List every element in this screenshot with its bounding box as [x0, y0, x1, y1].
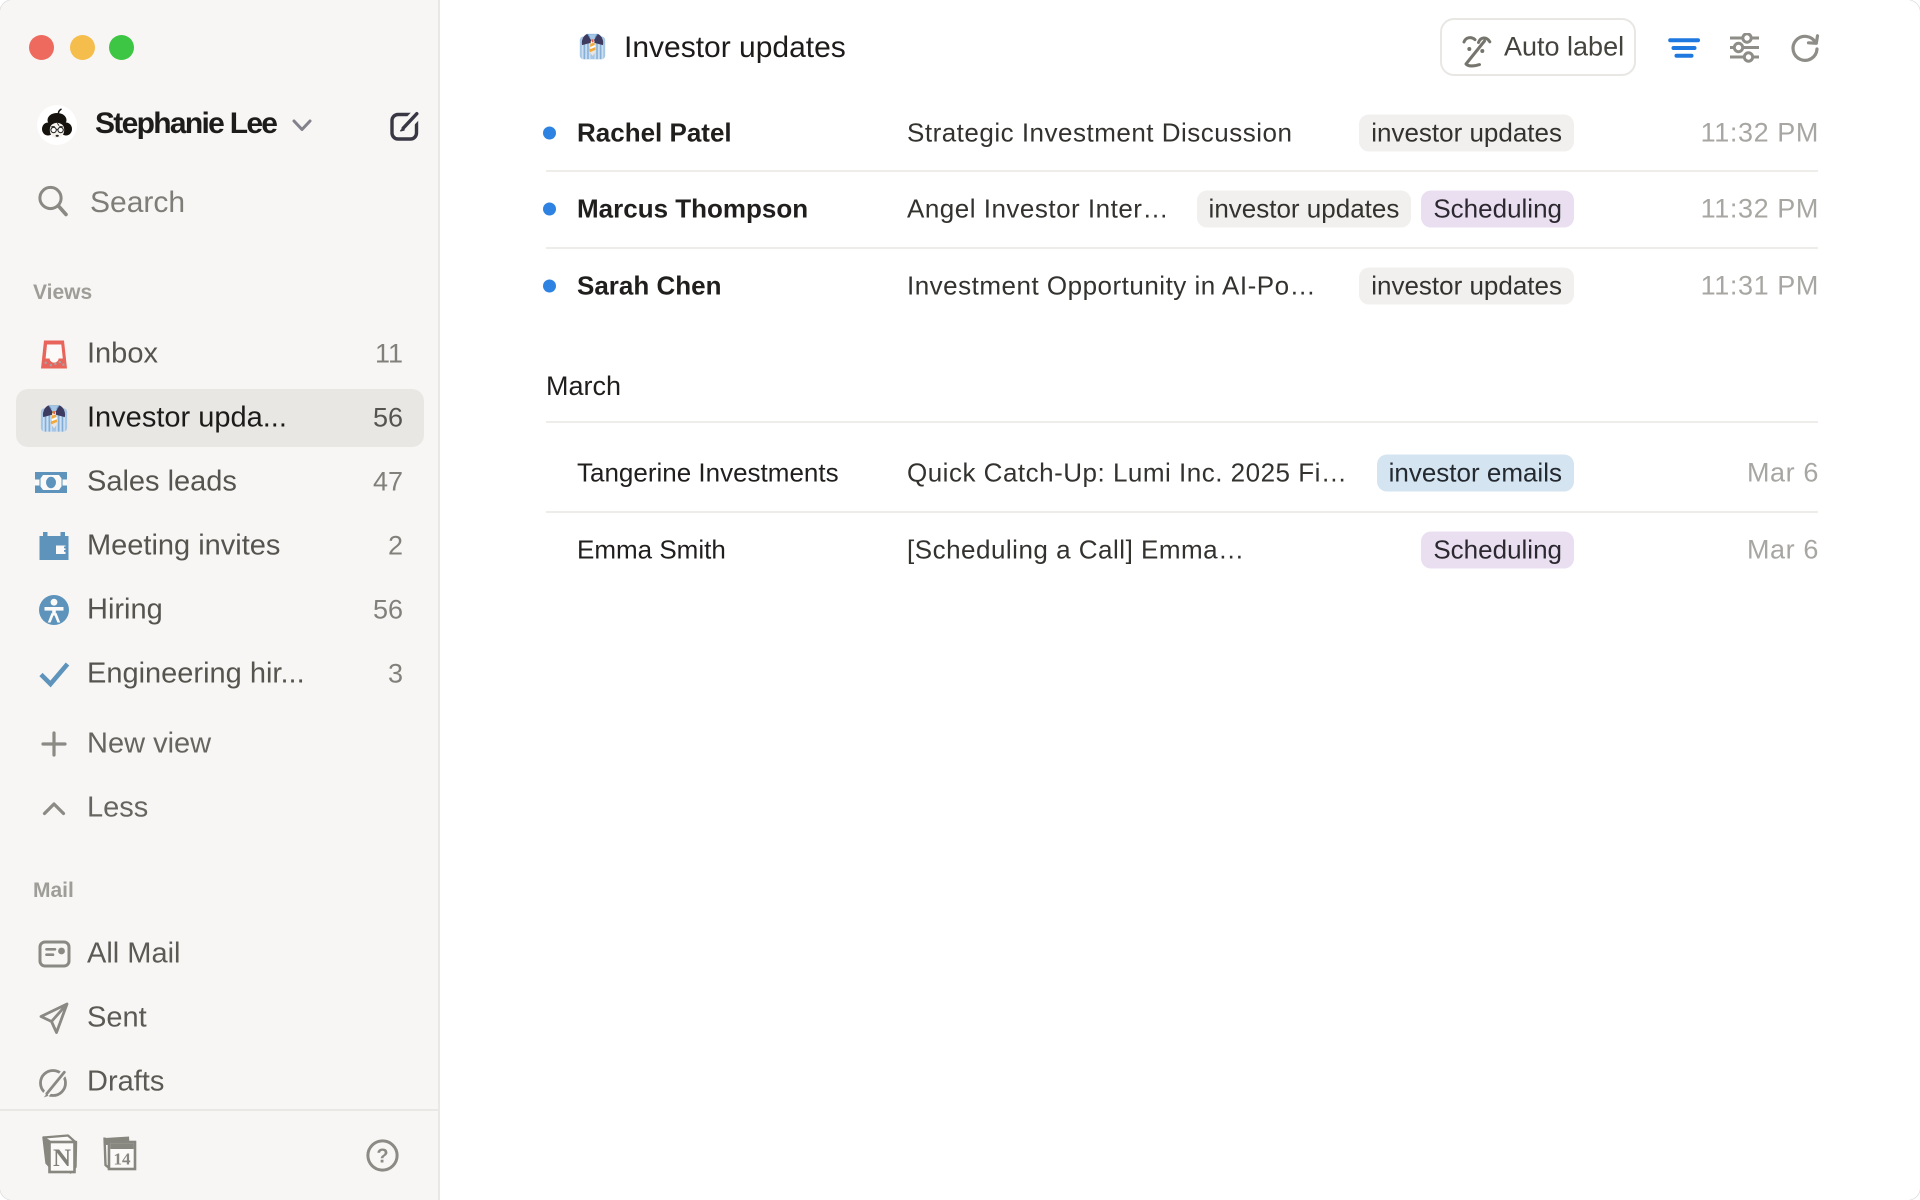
svg-text:N: N — [53, 1145, 71, 1172]
svg-text:?: ? — [376, 1146, 388, 1168]
svg-text:14: 14 — [114, 1150, 132, 1169]
